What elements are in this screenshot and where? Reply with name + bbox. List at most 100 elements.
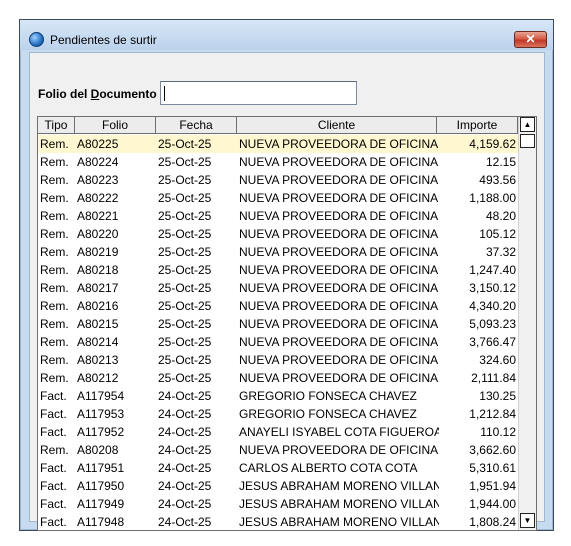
table-row[interactable]: Fact. A117948 24-Oct-25 JESUS ABRAHAM MOREN… — [38, 513, 518, 530]
pending-grid[interactable]: Tipo Folio Fecha Cliente Importe Rem. A80… — [37, 116, 537, 531]
close-button[interactable]: ✕ — [514, 31, 547, 48]
table-row[interactable]: Fact. A117949 24-Oct-25 JESUS ABRAHAM MOREN… — [38, 495, 518, 513]
cell-tipo: Fact. — [40, 389, 67, 403]
table-row[interactable]: Fact. A117950 24-Oct-25 JESUS ABRAHAM MOREN… — [38, 477, 518, 495]
cell-cliente: NUEVA PROVEEDORA DE OFICINA — [239, 335, 439, 349]
cell-folio: A80222 — [77, 191, 119, 205]
cell-importe: 1,944.00 — [469, 497, 516, 511]
scroll-down-arrow-icon[interactable]: ▼ — [520, 513, 535, 528]
cell-tipo: Rem. — [40, 353, 69, 367]
cell-importe: 1,188.00 — [469, 191, 516, 205]
cell-cliente: NUEVA PROVEEDORA DE OFICINA — [239, 173, 439, 187]
cell-folio: A80223 — [77, 173, 119, 187]
cell-importe: 110.12 — [480, 425, 516, 439]
cell-importe: 5,093.23 — [469, 317, 516, 331]
table-row[interactable]: Rem. A80212 25-Oct-25 NUEVA PROVEEDORA DE O… — [38, 369, 518, 387]
cell-fecha: 24-Oct-25 — [158, 461, 212, 475]
cell-folio: A80213 — [77, 353, 119, 367]
cell-importe: 12.15 — [485, 155, 516, 169]
table-row[interactable]: Rem. A80213 25-Oct-25 NUEVA PROVEEDORA DE O… — [38, 351, 518, 369]
table-row[interactable]: Fact. A117954 24-Oct-25 GREGORIO FONSECA CH… — [38, 387, 518, 405]
cell-cliente: NUEVA PROVEEDORA DE OFICINA — [239, 191, 439, 205]
cell-fecha: 25-Oct-25 — [158, 353, 212, 367]
cell-importe: 2,111.84 — [471, 371, 516, 385]
cell-tipo: Rem. — [40, 245, 69, 259]
cell-cliente: NUEVA PROVEEDORA DE OFICINA — [239, 137, 439, 151]
table-row[interactable]: Rem. A80215 25-Oct-25 NUEVA PROVEEDORA DE O… — [38, 315, 518, 333]
table-row[interactable]: Rem. A80216 25-Oct-25 NUEVA PROVEEDORA DE O… — [38, 297, 518, 315]
cell-cliente: NUEVA PROVEEDORA DE OFICINA — [239, 209, 439, 223]
cell-cliente: ANAYELI ISYABEL COTA FIGUEROA — [239, 425, 439, 439]
cell-cliente: NUEVA PROVEEDORA DE OFICINA — [239, 317, 439, 331]
table-row[interactable]: Fact. A117953 24-Oct-25 GREGORIO FONSECA CH… — [38, 405, 518, 423]
table-row[interactable]: Rem. A80217 25-Oct-25 NUEVA PROVEEDORA DE O… — [38, 279, 518, 297]
cell-folio: A80214 — [77, 335, 119, 349]
grid-header: Tipo Folio Fecha Cliente Importe — [38, 117, 518, 135]
cell-importe: 105.12 — [479, 227, 516, 241]
folio-input[interactable] — [160, 81, 357, 105]
text-caret — [164, 86, 165, 101]
cell-fecha: 24-Oct-25 — [158, 407, 212, 421]
cell-tipo: Rem. — [40, 371, 69, 385]
column-header-folio[interactable]: Folio — [75, 117, 156, 134]
cell-fecha: 25-Oct-25 — [158, 227, 212, 241]
cell-folio: A80218 — [77, 263, 119, 277]
cell-fecha: 25-Oct-25 — [158, 137, 212, 151]
cell-tipo: Rem. — [40, 263, 69, 277]
cell-cliente: NUEVA PROVEEDORA DE OFICINA — [239, 443, 439, 457]
table-row[interactable]: Rem. A80221 25-Oct-25 NUEVA PROVEEDORA DE O… — [38, 207, 518, 225]
table-row[interactable]: Rem. A80225 25-Oct-25 NUEVA PROVEEDORA DE O… — [38, 135, 518, 153]
cell-fecha: 25-Oct-25 — [158, 299, 212, 313]
cell-cliente: CARLOS ALBERTO COTA COTA — [239, 461, 418, 475]
cell-fecha: 25-Oct-25 — [158, 335, 212, 349]
cell-cliente: GREGORIO FONSECA CHAVEZ — [239, 389, 417, 403]
cell-fecha: 25-Oct-25 — [158, 155, 212, 169]
cell-cliente: JESUS ABRAHAM MORENO VILLAN — [239, 515, 439, 529]
table-row[interactable]: Rem. A80220 25-Oct-25 NUEVA PROVEEDORA DE O… — [38, 225, 518, 243]
cell-tipo: Rem. — [40, 317, 69, 331]
dialog-window: Pendientes de surtir ✕ Folio del Documen… — [19, 19, 554, 531]
table-row[interactable]: Rem. A80214 25-Oct-25 NUEVA PROVEEDORA DE O… — [38, 333, 518, 351]
dialog-body: Folio del Documento Tipo Folio Fecha Cli… — [29, 52, 545, 531]
table-row[interactable]: Rem. A80208 24-Oct-25 NUEVA PROVEEDORA DE O… — [38, 441, 518, 459]
table-row[interactable]: Rem. A80223 25-Oct-25 NUEVA PROVEEDORA DE O… — [38, 171, 518, 189]
cell-folio: A80224 — [77, 155, 119, 169]
cell-cliente: JESUS ABRAHAM MORENO VILLAN — [239, 479, 439, 493]
cell-folio: A80225 — [77, 137, 119, 151]
cell-tipo: Fact. — [40, 425, 67, 439]
cell-fecha: 24-Oct-25 — [158, 443, 212, 457]
cell-cliente: GREGORIO FONSECA CHAVEZ — [239, 407, 417, 421]
column-header-tipo[interactable]: Tipo — [38, 117, 75, 134]
cell-cliente: NUEVA PROVEEDORA DE OFICINA — [239, 227, 439, 241]
cell-fecha: 24-Oct-25 — [158, 479, 212, 493]
app-globe-icon — [29, 32, 44, 47]
table-row[interactable]: Rem. A80222 25-Oct-25 NUEVA PROVEEDORA DE O… — [38, 189, 518, 207]
scroll-thumb[interactable] — [520, 134, 535, 148]
column-header-fecha[interactable]: Fecha — [156, 117, 237, 134]
cell-cliente: NUEVA PROVEEDORA DE OFICINA — [239, 353, 439, 367]
table-row[interactable]: Rem. A80224 25-Oct-25 NUEVA PROVEEDORA DE O… — [38, 153, 518, 171]
table-row[interactable]: Rem. A80218 25-Oct-25 NUEVA PROVEEDORA DE O… — [38, 261, 518, 279]
cell-importe: 3,766.47 — [469, 335, 516, 349]
column-header-importe[interactable]: Importe — [437, 117, 518, 134]
table-row[interactable]: Fact. A117952 24-Oct-25 ANAYELI ISYABEL COT… — [38, 423, 518, 441]
cell-cliente: JESUS ABRAHAM MORENO VILLAN — [239, 497, 439, 511]
cell-tipo: Rem. — [40, 443, 69, 457]
cell-tipo: Fact. — [40, 407, 67, 421]
cell-fecha: 25-Oct-25 — [158, 317, 212, 331]
column-header-cliente[interactable]: Cliente — [237, 117, 437, 134]
table-row[interactable]: Rem. A80219 25-Oct-25 NUEVA PROVEEDORA DE O… — [38, 243, 518, 261]
scroll-up-arrow-icon[interactable]: ▲ — [520, 117, 535, 132]
cell-tipo: Fact. — [40, 515, 67, 529]
cell-importe: 48.20 — [485, 209, 516, 223]
cell-folio: A117949 — [77, 497, 125, 511]
cell-folio: A80220 — [77, 227, 119, 241]
cell-tipo: Fact. — [40, 479, 67, 493]
vertical-scrollbar[interactable]: ▲ ▼ — [518, 117, 536, 530]
cell-cliente: NUEVA PROVEEDORA DE OFICINA — [239, 371, 439, 385]
cell-importe: 4,159.62 — [469, 137, 516, 151]
table-row[interactable]: Fact. A117951 24-Oct-25 CARLOS ALBERTO COTA… — [38, 459, 518, 477]
cell-fecha: 25-Oct-25 — [158, 263, 212, 277]
cell-importe: 1,247.40 — [469, 263, 516, 277]
title-bar[interactable]: Pendientes de surtir ✕ — [20, 20, 553, 50]
